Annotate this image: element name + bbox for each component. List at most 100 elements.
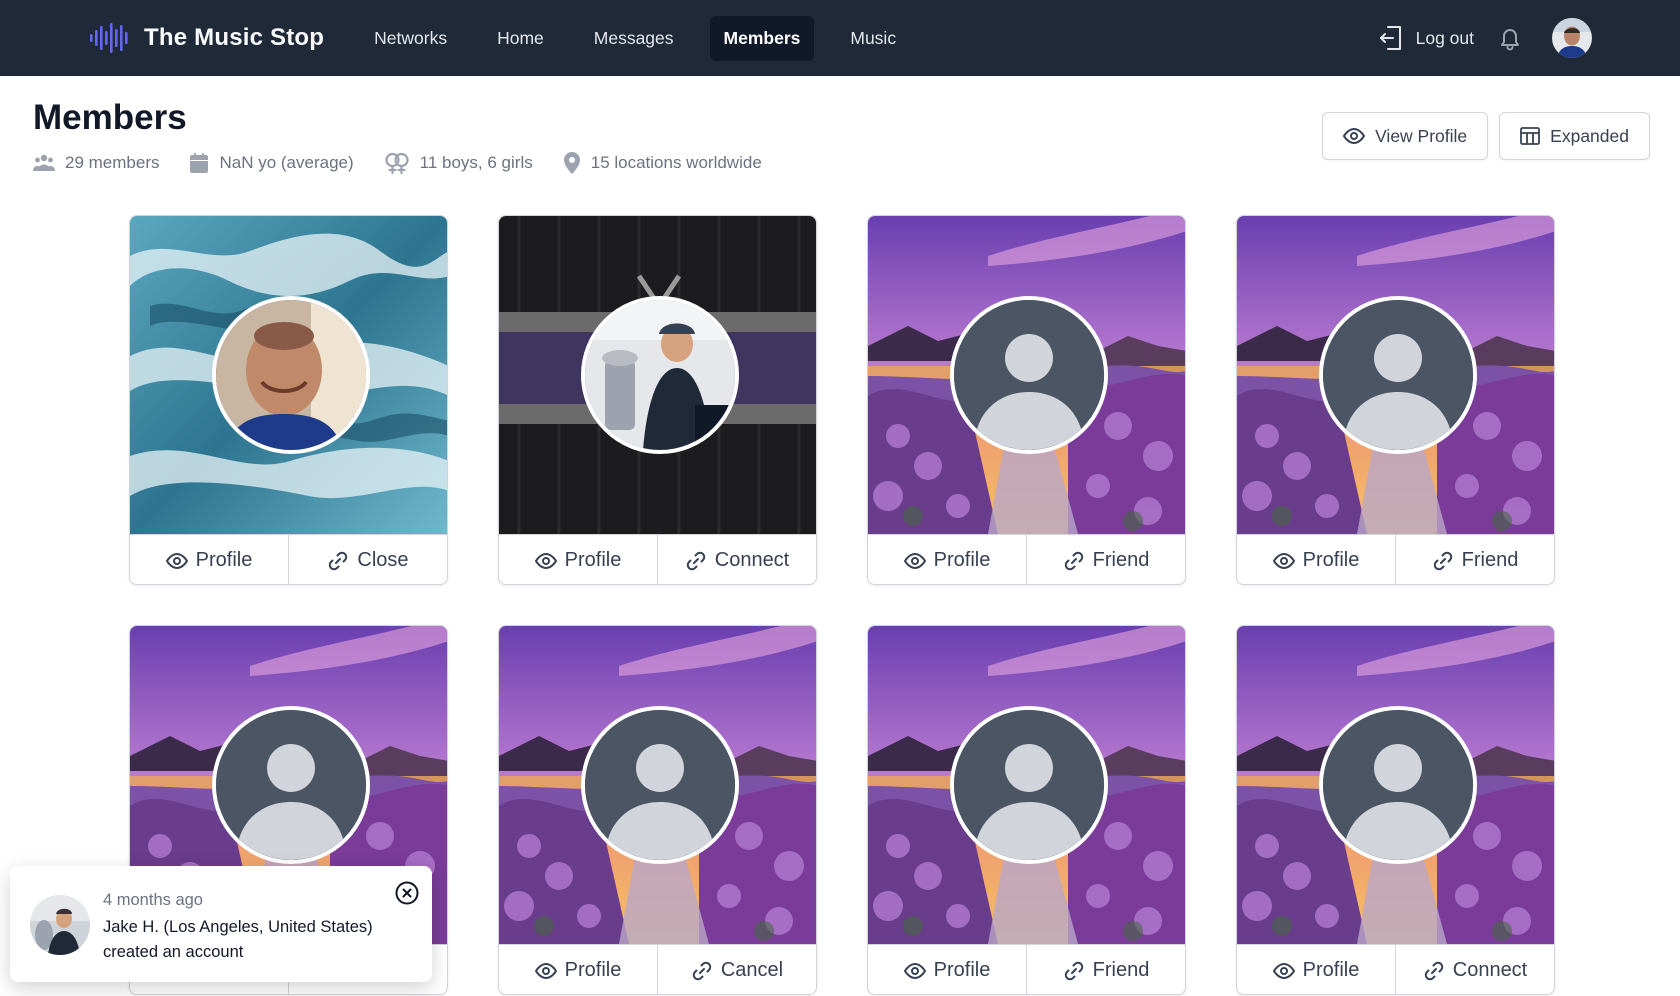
profile-button[interactable]: Profile (1237, 945, 1396, 994)
member-card: Profile Friend (867, 625, 1186, 995)
member-actions: Profile Friend (868, 944, 1185, 994)
member-card: Profile Close (129, 215, 448, 585)
eye-icon (903, 552, 926, 569)
profile-button-label: Profile (195, 549, 253, 571)
member-card: Profile Connect (1236, 625, 1555, 995)
member-avatar[interactable] (212, 296, 370, 454)
link-icon (686, 551, 705, 570)
profile-button-label: Profile (1302, 959, 1360, 981)
expanded-label: Expanded (1550, 125, 1629, 146)
member-action-label: Connect (1452, 959, 1528, 981)
profile-button-label: Profile (564, 549, 622, 571)
member-action-button[interactable]: Connect (1396, 945, 1554, 994)
member-action-button[interactable]: Friend (1396, 535, 1554, 584)
toast-line-1: Jake H. (Los Angeles, United States) (103, 918, 373, 936)
link-icon (329, 551, 348, 570)
member-avatar[interactable] (212, 706, 370, 864)
notifications-button[interactable] (1498, 25, 1522, 51)
member-cover (499, 216, 816, 534)
member-action-label: Connect (714, 549, 790, 571)
expanded-button[interactable]: Expanded (1499, 112, 1650, 160)
member-action-button[interactable]: Close (289, 535, 447, 584)
member-cover (1237, 216, 1554, 534)
profile-button[interactable]: Profile (1237, 535, 1396, 584)
link-icon (1064, 551, 1083, 570)
member-card: Profile Cancel (498, 625, 817, 995)
soundwave-icon (90, 23, 128, 53)
member-action-button[interactable]: Cancel (658, 945, 816, 994)
nav-right: Log out (1378, 0, 1592, 76)
member-action-label: Friend (1092, 549, 1150, 571)
nav-link-members[interactable]: Members (709, 15, 815, 61)
eye-icon (903, 962, 926, 979)
nav-link-music[interactable]: Music (836, 16, 910, 61)
logout-button[interactable]: Log out (1378, 24, 1474, 52)
member-avatar[interactable] (1319, 706, 1477, 864)
profile-button[interactable]: Profile (868, 535, 1027, 584)
eye-icon (1272, 962, 1295, 979)
member-avatar[interactable] (950, 706, 1108, 864)
profile-button-label: Profile (1302, 549, 1360, 571)
stat-gender: 11 boys, 6 girls (384, 151, 533, 175)
member-action-label: Friend (1092, 959, 1150, 981)
profile-button-label: Profile (564, 959, 622, 981)
profile-button-label: Profile (933, 549, 991, 571)
user-avatar[interactable] (1552, 18, 1592, 58)
view-profile-label: View Profile (1375, 125, 1468, 146)
member-action-button[interactable]: Friend (1027, 535, 1185, 584)
member-card: Profile Connect (498, 215, 817, 585)
member-actions: Profile Connect (1237, 944, 1554, 994)
member-avatar[interactable] (950, 296, 1108, 454)
member-cover (499, 626, 816, 944)
top-navbar: The Music Stop Networks Home Messages Me… (0, 0, 1680, 76)
logout-icon (1379, 26, 1401, 50)
eye-icon (534, 552, 557, 569)
eye-icon (1343, 128, 1366, 144)
profile-button[interactable]: Profile (499, 535, 658, 584)
stat-age-text: NaN yo (average) (219, 153, 354, 172)
nav-link-networks[interactable]: Networks (360, 16, 461, 61)
eye-icon (534, 962, 557, 979)
member-actions: Profile Friend (868, 534, 1185, 584)
member-avatar[interactable] (581, 296, 739, 454)
member-cover (1237, 626, 1554, 944)
gender-icon (385, 152, 409, 175)
member-avatar[interactable] (1319, 296, 1477, 454)
link-icon (1064, 961, 1083, 980)
close-circle-icon[interactable] (394, 880, 420, 906)
stat-locations-text: 15 locations worldwide (590, 153, 762, 172)
member-cover (868, 626, 1185, 944)
nav-link-messages[interactable]: Messages (580, 16, 688, 61)
member-action-label: Close (357, 549, 409, 571)
member-stats: 29 members NaN yo (average) 11 boys, 6 g… (33, 151, 792, 175)
stat-locations: 15 locations worldwide (563, 152, 762, 174)
profile-button[interactable]: Profile (868, 945, 1027, 994)
profile-button[interactable]: Profile (499, 945, 658, 994)
stat-members: 29 members (33, 153, 159, 173)
member-avatar[interactable] (581, 706, 739, 864)
toast-time: 4 months ago (103, 891, 203, 909)
link-icon (1424, 961, 1443, 980)
users-icon (33, 154, 55, 171)
member-action-label: Cancel (720, 959, 784, 981)
toast-avatar (30, 895, 90, 955)
link-icon (1433, 551, 1452, 570)
profile-button[interactable]: Profile (130, 535, 289, 584)
link-icon (692, 961, 712, 980)
brand-name: The Music Stop (144, 24, 325, 51)
view-profile-button[interactable]: View Profile (1322, 112, 1489, 160)
member-actions: Profile Cancel (499, 944, 816, 994)
bell-icon (1501, 29, 1519, 51)
profile-button-label: Profile (933, 959, 991, 981)
eye-icon (165, 552, 188, 569)
eye-icon (1272, 552, 1295, 569)
member-actions: Profile Close (130, 534, 447, 584)
nav-link-home[interactable]: Home (483, 16, 558, 61)
member-card: Profile Friend (867, 215, 1186, 585)
member-action-button[interactable]: Friend (1027, 945, 1185, 994)
stat-age: NaN yo (average) (189, 153, 354, 173)
brand[interactable]: The Music Stop (88, 20, 324, 56)
stat-gender-text: 11 boys, 6 girls (419, 153, 533, 172)
member-action-label: Friend (1461, 549, 1519, 571)
member-action-button[interactable]: Connect (658, 535, 816, 584)
